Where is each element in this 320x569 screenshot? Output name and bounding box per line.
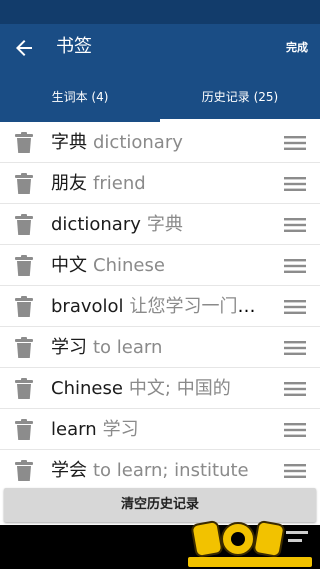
entry-term: 学会 bbox=[51, 460, 87, 481]
trash-icon[interactable] bbox=[14, 255, 34, 277]
entry-term: 中文 bbox=[51, 255, 87, 276]
entry-definition: to learn bbox=[93, 337, 163, 358]
entry-definition: friend bbox=[93, 173, 146, 194]
trash-icon[interactable] bbox=[14, 337, 34, 359]
app-bar: 书签 完成 bbox=[0, 24, 320, 72]
list-item[interactable]: Chinese 中文; 中国的 bbox=[0, 368, 320, 409]
trash-icon[interactable] bbox=[14, 296, 34, 318]
drag-handle-icon[interactable] bbox=[284, 299, 306, 315]
drag-handle-icon[interactable] bbox=[284, 176, 306, 192]
drag-handle-icon[interactable] bbox=[284, 422, 306, 438]
drag-handle-icon[interactable] bbox=[284, 463, 306, 479]
entry-term: Chinese bbox=[51, 378, 123, 399]
entry-term: dictionary bbox=[51, 214, 141, 235]
list-item[interactable]: dictionary 字典 bbox=[0, 204, 320, 245]
entry-definition: to learn; institute bbox=[93, 460, 249, 481]
list-item[interactable]: 学会 to learn; institute bbox=[0, 450, 320, 488]
drag-handle-icon[interactable] bbox=[284, 340, 306, 356]
entry-definition: 让您学习一门新语言 bbox=[129, 296, 264, 317]
tab-history[interactable]: 历史记录 (25) bbox=[160, 72, 320, 122]
list-item[interactable]: 朋友 friend bbox=[0, 163, 320, 204]
trash-icon[interactable] bbox=[14, 214, 34, 236]
drag-handle-icon[interactable] bbox=[284, 135, 306, 151]
trash-icon[interactable] bbox=[14, 419, 34, 441]
status-bar bbox=[0, 0, 320, 24]
list-item[interactable]: 中文 Chinese bbox=[0, 245, 320, 286]
trash-icon[interactable] bbox=[14, 173, 34, 195]
tab-bar: 生词本 (4) 历史记录 (25) bbox=[0, 72, 320, 122]
entry-definition: 字典 bbox=[146, 214, 183, 235]
page-title: 书签 bbox=[56, 36, 92, 57]
trash-icon[interactable] bbox=[14, 378, 34, 400]
entry-term: 朋友 bbox=[51, 173, 87, 194]
list-item[interactable]: bravolol让您学习一门新语言 bbox=[0, 286, 320, 327]
done-button[interactable]: 完成 bbox=[286, 40, 308, 56]
entry-term: bravolol bbox=[51, 296, 124, 317]
drag-handle-icon[interactable] bbox=[284, 217, 306, 233]
entry-definition: Chinese bbox=[93, 255, 165, 276]
trash-icon[interactable] bbox=[14, 132, 34, 154]
list-item[interactable]: 学习 to learn bbox=[0, 327, 320, 368]
list-item[interactable]: learn 学习 bbox=[0, 409, 320, 450]
entry-term: 学习 bbox=[51, 337, 87, 358]
entry-definition: 中文; 中国的 bbox=[128, 378, 231, 399]
back-arrow-icon[interactable] bbox=[12, 36, 36, 60]
entry-definition: 学习 bbox=[102, 419, 139, 440]
tab-vocabulary[interactable]: 生词本 (4) bbox=[0, 72, 160, 122]
entry-term: 字典 bbox=[51, 132, 87, 153]
list-item[interactable]: 字典 dictionary bbox=[0, 122, 320, 163]
drag-handle-icon[interactable] bbox=[284, 381, 306, 397]
history-list[interactable]: 字典 dictionary 朋友 friend dictionary 字典 中文 Chi… bbox=[0, 122, 320, 488]
entry-term: learn bbox=[51, 419, 97, 440]
entry-definition: dictionary bbox=[93, 132, 183, 153]
trash-icon[interactable] bbox=[14, 460, 34, 482]
drag-handle-icon[interactable] bbox=[284, 258, 306, 274]
watermark-logo bbox=[188, 520, 312, 567]
